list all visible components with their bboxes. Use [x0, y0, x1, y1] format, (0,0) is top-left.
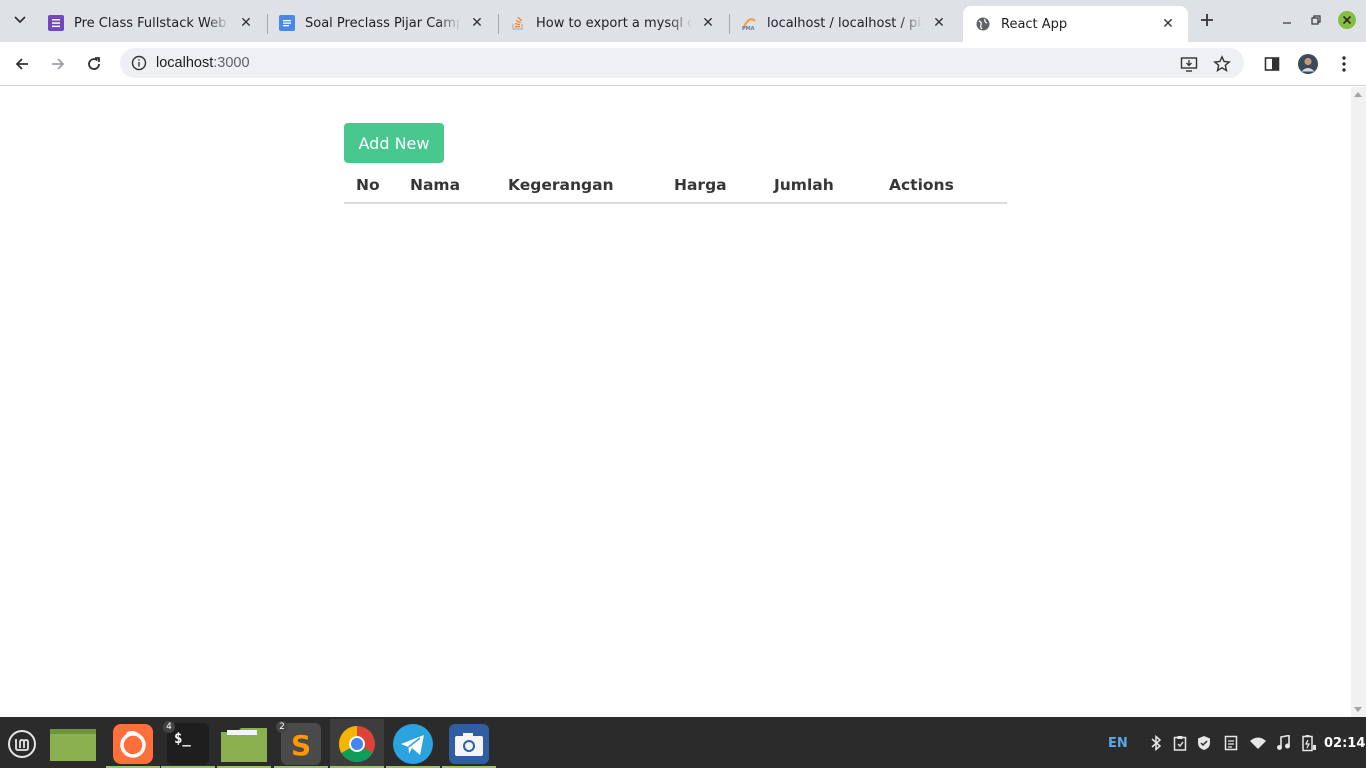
notes-icon[interactable] — [1224, 733, 1238, 753]
column-header-nama: Nama — [410, 167, 508, 204]
restore-icon — [1311, 15, 1321, 25]
url-text: localhost:3000 — [156, 55, 250, 71]
tab-title: Soal Preclass Pijar Camp - G — [305, 15, 461, 31]
close-tab-icon[interactable]: ✕ — [236, 13, 256, 33]
svg-text:PMA: PMA — [742, 26, 755, 31]
sublime-window-count: 2 — [276, 721, 288, 733]
minimize-icon — [1283, 22, 1291, 24]
tab-title: How to export a mysql datab — [536, 15, 692, 31]
side-panel-button[interactable] — [1260, 52, 1284, 76]
stackoverflow-icon — [510, 15, 526, 31]
telegram-icon — [393, 723, 433, 764]
bookmark-button[interactable] — [1210, 52, 1234, 76]
svg-text:$_: $_ — [174, 731, 191, 747]
column-header-kegerangan: Kegerangan — [508, 167, 674, 204]
close-tab-icon[interactable]: ✕ — [1158, 14, 1178, 34]
column-header-actions: Actions — [889, 167, 1007, 204]
install-app-icon — [1180, 57, 1198, 72]
profile-avatar[interactable] — [1296, 52, 1320, 76]
close-tab-icon[interactable]: ✕ — [467, 13, 487, 33]
kebab-menu-icon — [1342, 56, 1346, 72]
terminal-window-count: 4 — [163, 721, 175, 733]
column-header-harga: Harga — [674, 167, 774, 204]
page-viewport: Add New No Nama Kegerangan Harga Jumlah … — [0, 87, 1351, 717]
wifi-icon[interactable] — [1249, 733, 1267, 753]
url-host: localhost — [156, 55, 214, 71]
camera-icon — [449, 723, 489, 764]
taskbar: 4 $_ 2 S EN 02:14 — [0, 717, 1366, 768]
firefox-icon — [113, 723, 153, 764]
site-info-icon[interactable] — [124, 55, 154, 71]
tab-search-button[interactable] — [8, 8, 32, 32]
browser-toolbar: localhost:3000 — [0, 42, 1366, 86]
phpmyadmin-icon: PMA — [741, 15, 757, 32]
battery-icon[interactable] — [1301, 733, 1317, 753]
keyboard-layout-indicator[interactable]: EN — [1108, 733, 1128, 753]
mint-menu-icon — [8, 729, 36, 758]
forward-button[interactable] — [44, 50, 72, 78]
close-window-button[interactable] — [1337, 10, 1357, 30]
forms-icon — [48, 15, 64, 31]
minimize-button[interactable] — [1277, 10, 1297, 30]
plus-icon — [1201, 14, 1213, 26]
taskbar-app-chrome[interactable] — [330, 719, 384, 768]
clipboard-icon[interactable] — [1173, 733, 1187, 753]
tab-phpmyadmin[interactable]: PMA localhost / localhost / pijarc ✕ — [729, 6, 959, 40]
folder-icon — [221, 727, 267, 762]
chevron-down-icon — [14, 16, 26, 24]
tab-stackoverflow[interactable]: How to export a mysql datab ✕ — [498, 6, 728, 40]
menu-button[interactable] — [1332, 52, 1356, 76]
reload-icon — [88, 57, 100, 70]
sound-icon[interactable] — [1276, 733, 1290, 753]
new-tab-button[interactable] — [1195, 8, 1219, 32]
chrome-icon — [338, 725, 375, 762]
tab-title: Pre Class Fullstack Web dan — [74, 15, 230, 31]
taskbar-app-mint-menu[interactable] — [0, 719, 44, 768]
tab-title: React App — [1001, 16, 1068, 32]
side-panel-icon — [1264, 57, 1280, 71]
taskbar-app-show-desktop[interactable] — [46, 719, 100, 768]
tab-soal-preclass[interactable]: Soal Preclass Pijar Camp - G ✕ — [267, 6, 497, 40]
tab-react-app[interactable]: React App ✕ — [963, 6, 1188, 42]
tab-pre-class[interactable]: Pre Class Fullstack Web dan ✕ — [36, 6, 266, 40]
taskbar-app-telegram[interactable] — [386, 719, 440, 768]
install-app-button[interactable] — [1177, 52, 1201, 76]
clock[interactable]: 02:14 — [1324, 733, 1365, 753]
docs-icon — [279, 15, 295, 31]
taskbar-app-sublime-text[interactable]: 2 S — [274, 719, 328, 768]
scroll-up-arrow-icon[interactable] — [1354, 92, 1362, 97]
taskbar-app-files[interactable] — [217, 719, 271, 768]
column-header-no: No — [344, 167, 410, 204]
tab-title: localhost / localhost / pijarc — [767, 15, 923, 31]
desktop-folder-icon — [50, 728, 96, 761]
close-window-icon — [1338, 11, 1356, 29]
browser-tab-strip: Pre Class Fullstack Web dan ✕ Soal Precl… — [0, 0, 1366, 42]
maximize-button[interactable] — [1306, 10, 1326, 30]
table-header-row: No Nama Kegerangan Harga Jumlah Actions — [344, 167, 1007, 204]
reload-button[interactable] — [80, 50, 108, 78]
shield-icon[interactable] — [1196, 733, 1212, 753]
back-button[interactable] — [8, 50, 36, 78]
column-header-jumlah: Jumlah — [774, 167, 889, 204]
svg-text:S: S — [291, 729, 311, 762]
arrow-left-icon — [15, 58, 28, 70]
bluetooth-icon[interactable] — [1150, 733, 1162, 753]
globe-icon — [975, 16, 991, 32]
taskbar-app-terminal[interactable]: 4 $_ — [161, 719, 215, 768]
star-icon — [1213, 55, 1231, 72]
data-table: No Nama Kegerangan Harga Jumlah Actions — [344, 167, 1007, 204]
close-tab-icon[interactable]: ✕ — [698, 13, 718, 33]
vertical-scrollbar[interactable] — [1351, 87, 1366, 717]
url-port: :3000 — [213, 55, 250, 71]
address-bar[interactable]: localhost:3000 — [120, 48, 1244, 78]
scroll-down-arrow-icon[interactable] — [1354, 707, 1362, 712]
close-tab-icon[interactable]: ✕ — [929, 13, 949, 33]
taskbar-app-firefox[interactable] — [106, 719, 160, 768]
arrow-right-icon — [52, 58, 65, 70]
avatar-icon — [1298, 54, 1318, 74]
taskbar-app-screenshot[interactable] — [442, 719, 496, 768]
add-new-button[interactable]: Add New — [344, 123, 444, 163]
